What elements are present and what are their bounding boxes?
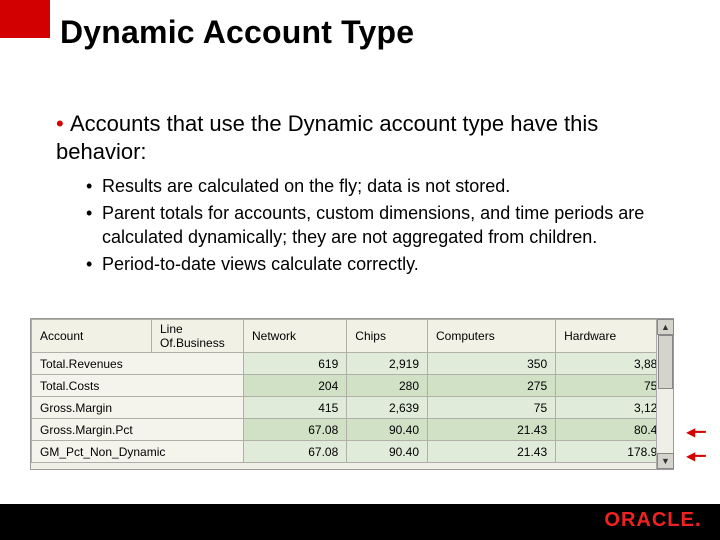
bullet-main: •Accounts that use the Dynamic account t… [56, 110, 656, 165]
oracle-dot-icon: . [695, 506, 702, 531]
col-head: Network [244, 320, 347, 353]
data-cell: 350 [428, 353, 556, 375]
sub-bullets: Results are calculated on the fly; data … [86, 175, 656, 277]
acct-cell: Total.Costs [32, 375, 244, 397]
data-cell: 21.43 [428, 419, 556, 441]
slide-title: Dynamic Account Type [60, 14, 414, 51]
data-cell: 619 [244, 353, 347, 375]
data-cell: 67.08 [244, 441, 347, 463]
data-cell: 21.43 [428, 441, 556, 463]
acct-cell: GM_Pct_Non_Dynamic [32, 441, 244, 463]
data-cell: 178.91 [556, 441, 673, 463]
data-cell: 204 [244, 375, 347, 397]
sub-bullet: Parent totals for accounts, custom dimen… [86, 202, 656, 249]
sub-bullet: Results are calculated on the fly; data … [86, 175, 656, 198]
data-cell: 3,129 [556, 397, 673, 419]
data-cell: 275 [428, 375, 556, 397]
bullet-dot: • [56, 110, 70, 138]
col-lob: Line Of.Business [152, 320, 244, 353]
grid-table: Account Line Of.Business Network Chips C… [31, 319, 673, 463]
grid-row: Total.Revenues 619 2,919 350 3,888 [32, 353, 673, 375]
data-cell: 75 [428, 397, 556, 419]
acct-cell: Gross.Margin.Pct [32, 419, 244, 441]
data-cell: 759 [556, 375, 673, 397]
oracle-logo-text: ORACLE [604, 509, 694, 531]
data-grid: Account Line Of.Business Network Chips C… [30, 318, 674, 470]
data-cell: 2,639 [347, 397, 428, 419]
col-account: Account [32, 320, 152, 353]
acct-cell: Gross.Margin [32, 397, 244, 419]
acct-cell: Total.Revenues [32, 353, 244, 375]
data-cell: 2,919 [347, 353, 428, 375]
grid-row: Total.Costs 204 280 275 759 [32, 375, 673, 397]
grid-row: Gross.Margin.Pct 67.08 90.40 21.43 80.48 [32, 419, 673, 441]
footer-bar: ORACLE. [0, 504, 720, 540]
scrollbar[interactable]: ▲ ▼ [656, 319, 673, 469]
data-cell: 3,888 [556, 353, 673, 375]
grid-row: Gross.Margin 415 2,639 75 3,129 [32, 397, 673, 419]
grid-row: GM_Pct_Non_Dynamic 67.08 90.40 21.43 178… [32, 441, 673, 463]
scroll-up-icon[interactable]: ▲ [657, 319, 674, 335]
oracle-logo: ORACLE. [604, 506, 702, 532]
scroll-down-icon[interactable]: ▼ [657, 453, 674, 469]
callout-arrow-icon: ◀━━ [686, 425, 704, 439]
bullet-main-text: Accounts that use the Dynamic account ty… [56, 111, 598, 164]
col-head: Chips [347, 320, 428, 353]
grid-header-row: Account Line Of.Business Network Chips C… [32, 320, 673, 353]
col-head: Hardware [556, 320, 673, 353]
data-cell: 280 [347, 375, 428, 397]
data-cell: 80.48 [556, 419, 673, 441]
slide: Dynamic Account Type •Accounts that use … [0, 0, 720, 540]
callout-arrow-icon: ◀━━ [686, 449, 704, 463]
scroll-thumb[interactable] [658, 335, 673, 389]
slide-body: •Accounts that use the Dynamic account t… [56, 110, 656, 281]
data-cell: 415 [244, 397, 347, 419]
sub-bullet: Period-to-date views calculate correctly… [86, 253, 656, 276]
scroll-track[interactable] [657, 335, 673, 453]
col-head: Computers [428, 320, 556, 353]
accent-block [0, 0, 50, 38]
data-cell: 67.08 [244, 419, 347, 441]
data-cell: 90.40 [347, 419, 428, 441]
data-cell: 90.40 [347, 441, 428, 463]
